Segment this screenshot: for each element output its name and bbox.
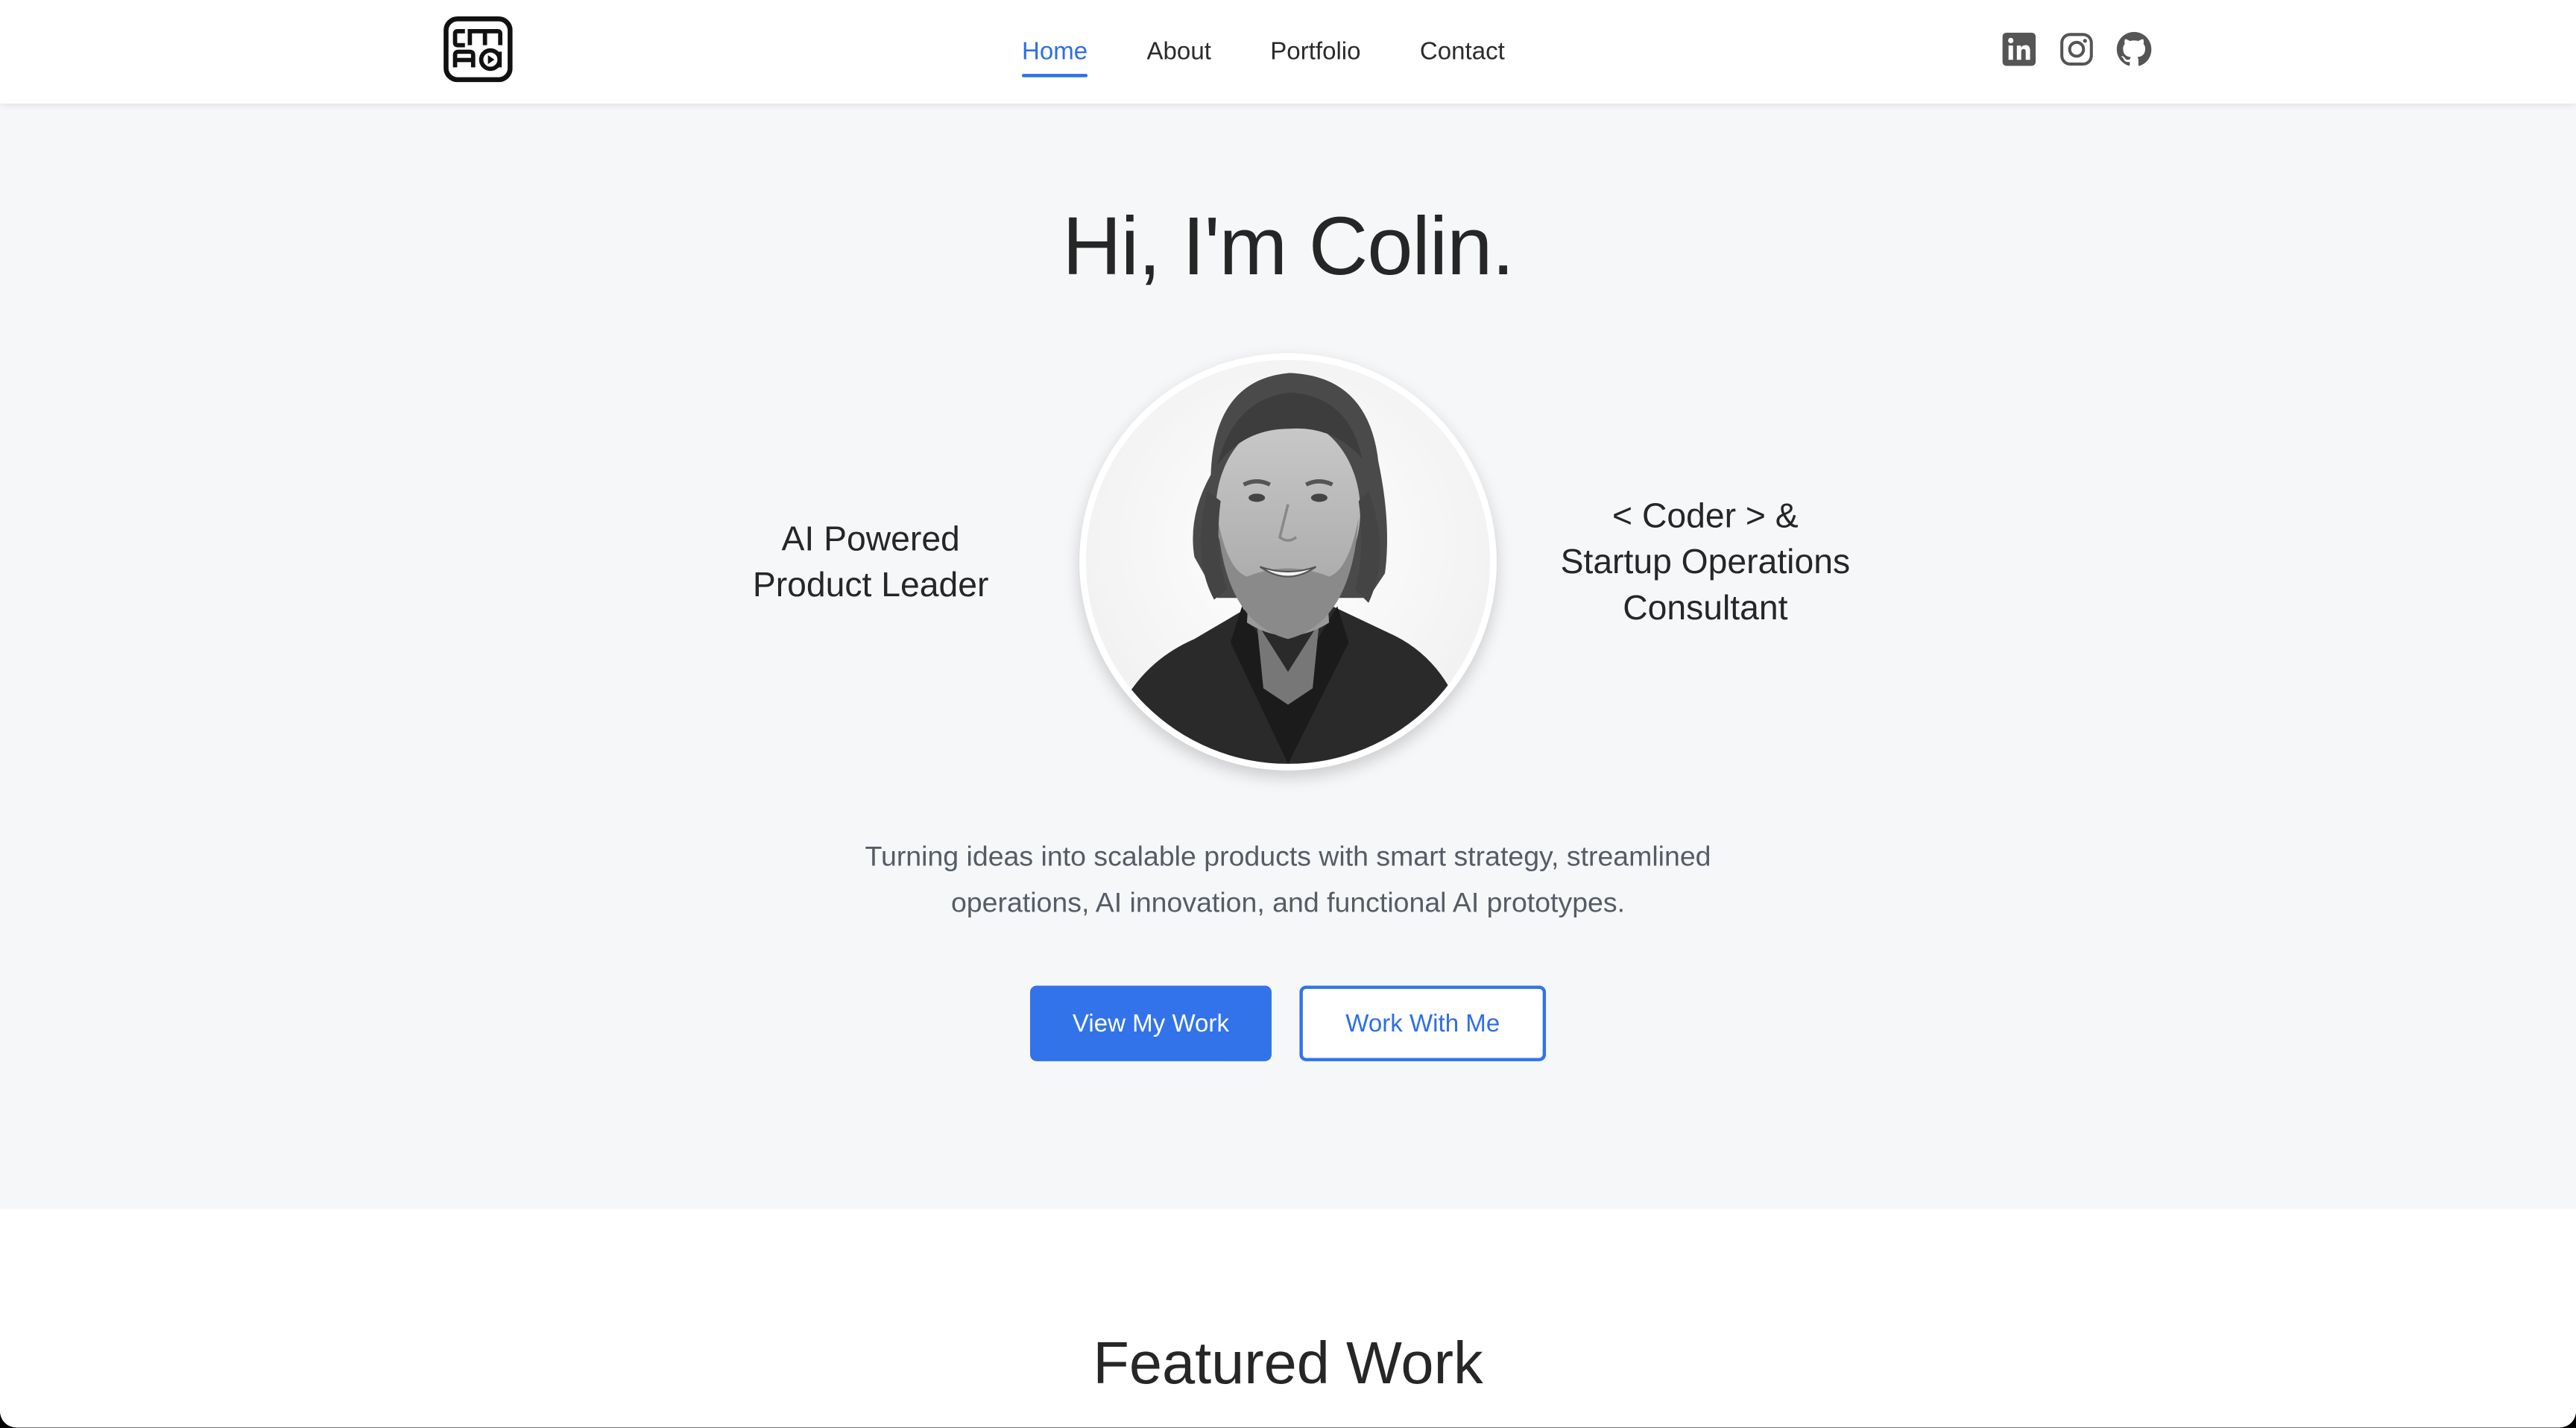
hero-right-tagline: < Coder > & Startup Operations Consultan… [1560, 497, 1851, 628]
logo-icon[interactable] [443, 16, 513, 83]
hero-description: Turning ideas into scalable products wit… [865, 841, 1711, 919]
hero-title: Hi, I'm Colin. [1062, 200, 1515, 293]
profile-photo [1079, 353, 1497, 771]
hero-section: Hi, I'm Colin. AI Powered Product Leader [0, 103, 2576, 1210]
linkedin-icon[interactable] [2001, 31, 2037, 67]
nav-contact[interactable]: Contact [1420, 28, 1505, 75]
featured-work-section: Featured Work [0, 1209, 2576, 1428]
nav-about[interactable]: About [1146, 28, 1210, 75]
instagram-icon[interactable] [2059, 31, 2094, 67]
browser-viewport: Home About Portfolio Contact Hi, I'm Col… [0, 0, 2576, 1428]
social-links [2001, 31, 2153, 67]
work-with-me-button[interactable]: Work With Me [1299, 985, 1547, 1061]
main-nav: Home About Portfolio Contact [992, 0, 1534, 104]
hero-left-tagline: AI Powered Product Leader [752, 520, 989, 605]
view-my-work-button[interactable]: View My Work [1029, 985, 1272, 1061]
nav-home[interactable]: Home [1021, 28, 1088, 78]
site-header: Home About Portfolio Contact [0, 0, 2576, 104]
profile-photo-illustration [1085, 359, 1491, 764]
nav-portfolio[interactable]: Portfolio [1270, 28, 1360, 75]
featured-work-title: Featured Work [1093, 1329, 1483, 1397]
github-icon[interactable] [2116, 31, 2152, 67]
